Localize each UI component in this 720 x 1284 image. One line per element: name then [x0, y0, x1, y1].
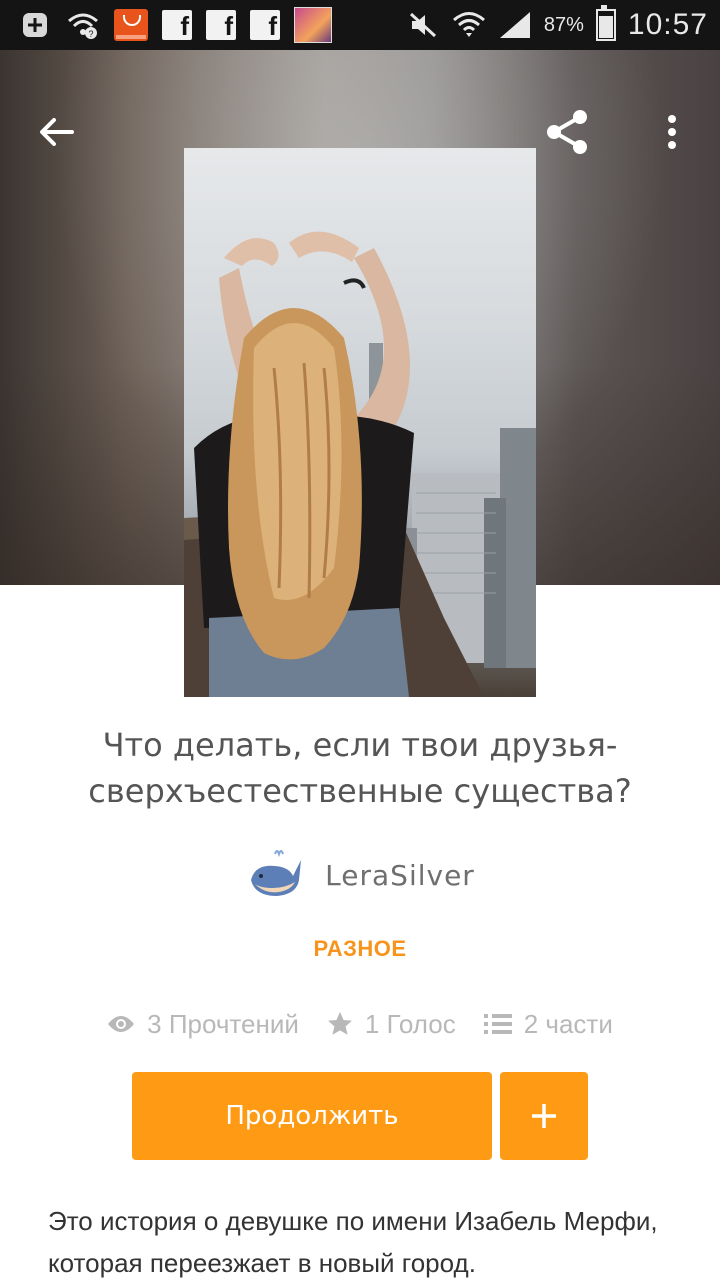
- story-stats: 3 Прочтений 1 Голос 2 части: [0, 1004, 720, 1044]
- thumbnail-icon: [294, 7, 332, 43]
- back-button[interactable]: [26, 102, 86, 162]
- signal-icon: [498, 8, 532, 42]
- votes-stat: 1 Голос: [327, 1009, 456, 1040]
- continue-reading-button[interactable]: Продолжить: [132, 1072, 492, 1160]
- facebook-icon: f: [250, 10, 280, 41]
- facebook-icon: f: [206, 10, 236, 41]
- aliexpress-icon: [114, 9, 148, 41]
- add-to-library-button[interactable]: [500, 1072, 588, 1160]
- star-icon: [327, 1012, 352, 1035]
- author-row[interactable]: LeraSilver: [0, 845, 720, 905]
- mute-icon: [406, 8, 440, 42]
- story-cover-image[interactable]: [184, 148, 536, 697]
- notification-icons: ? f f f: [18, 7, 332, 43]
- story-title: Что делать, если твои друзья-сверхъестес…: [88, 726, 632, 810]
- clock: 10:57: [627, 8, 708, 41]
- author-avatar[interactable]: [245, 846, 303, 904]
- wifi-question-icon: ?: [66, 8, 100, 42]
- parts-count: 2 части: [523, 1008, 613, 1039]
- status-bar: ? f f f 87% 10:57: [0, 0, 720, 50]
- battery-percent: 87%: [543, 13, 584, 36]
- share-icon: [547, 110, 587, 154]
- arrow-left-icon: [40, 118, 74, 146]
- more-vertical-icon: [668, 115, 676, 149]
- battery-icon: [595, 5, 616, 41]
- facebook-icon: f: [162, 10, 192, 41]
- more-options-button[interactable]: [642, 102, 702, 162]
- list-icon: [483, 1014, 512, 1034]
- votes-count: 1 Голос: [364, 1008, 456, 1039]
- parts-stat: 2 части: [483, 1008, 613, 1040]
- reads-count: 3 Прочтений: [147, 1008, 299, 1039]
- reads-stat: 3 Прочтений: [107, 1009, 299, 1040]
- share-button[interactable]: [537, 102, 597, 162]
- system-status: 87% 10:57: [406, 5, 708, 44]
- category-tag[interactable]: РАЗНОЕ: [0, 936, 720, 962]
- add-box-icon: [18, 8, 52, 42]
- story-description: Это история о девушке по имени Изабель М…: [48, 1206, 658, 1278]
- wifi-icon: [452, 8, 486, 42]
- cover-illustration: [184, 231, 536, 697]
- eye-icon: [108, 1016, 135, 1032]
- continue-label: Продолжить: [225, 1101, 399, 1131]
- whale-avatar-icon: [251, 850, 302, 896]
- author-name[interactable]: LeraSilver: [325, 859, 475, 892]
- plus-icon: [532, 1104, 556, 1128]
- svg-text:?: ?: [88, 29, 93, 39]
